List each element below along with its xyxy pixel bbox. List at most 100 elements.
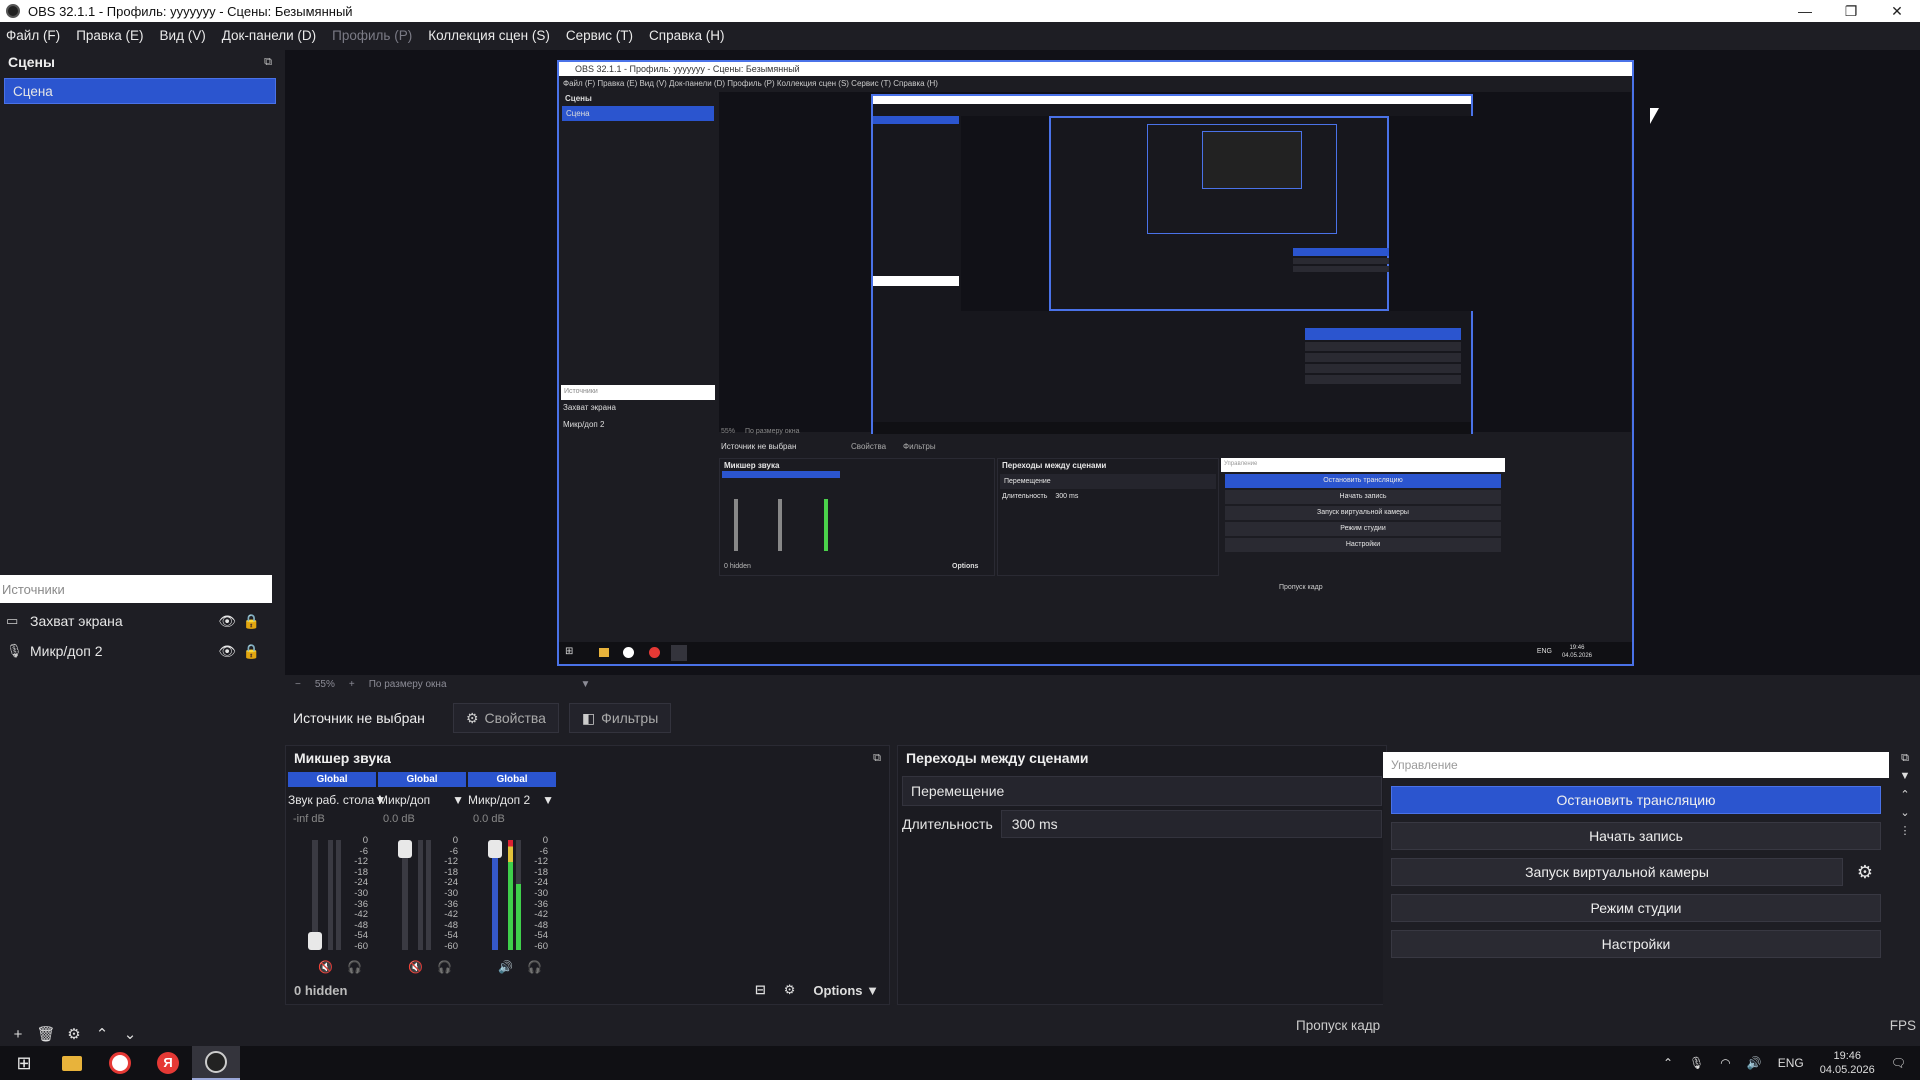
channel-name[interactable]: Звук раб. стола ▼ [288, 793, 386, 807]
context-bar: Источник не выбран ⚙ Свойства ◧ Фильтры [285, 700, 1920, 736]
start-virtual-camera-button[interactable]: Запуск виртуальной камеры [1391, 858, 1843, 886]
channel-name[interactable]: Микр/доп 2 ▼ [468, 793, 556, 807]
wifi-icon[interactable]: ◠ [1720, 1056, 1730, 1070]
menu-tools[interactable]: Сервис (T) [566, 28, 633, 43]
inner-time: 19:46 [1569, 645, 1585, 651]
trash-icon[interactable]: 🗑 [32, 1025, 60, 1043]
menu-bar: Файл (F) Правка (E) Вид (V) Док-панели (… [0, 22, 1920, 48]
dropped-frames: Пропуск кадр [1296, 1017, 1381, 1033]
level-bar [328, 840, 333, 950]
virtual-camera-row: Запуск виртуальной камеры ⚙ [1383, 858, 1889, 886]
volume-icon[interactable]: 🔊 [1747, 1056, 1762, 1070]
filters-button[interactable]: ◧ Фильтры [568, 703, 672, 733]
global-badge[interactable]: Global [288, 772, 376, 787]
chevron-up-icon[interactable]: ⌃ [88, 1025, 116, 1043]
undock-icon[interactable]: ⧉ [1890, 752, 1920, 770]
options-button[interactable]: Options ▼ [813, 983, 879, 998]
chevron-down-icon[interactable]: ⌄ [1890, 806, 1920, 824]
properties-label: Свойства [484, 710, 546, 726]
scene-item[interactable]: Сцена [4, 78, 276, 104]
eye-icon[interactable]: 👁 [218, 643, 236, 660]
audio-mixer-dock: Микшер звука ⧉ Global Звук раб. стола ▼ -… [285, 745, 890, 1005]
status-bar: Пропуск кадр FPS [1180, 1012, 1920, 1038]
file-explorer-icon[interactable] [48, 1046, 96, 1080]
eye-icon[interactable]: 👁 [218, 613, 236, 630]
chevron-up-icon[interactable]: ⌃ [1663, 1056, 1673, 1070]
obs-taskbar-icon[interactable] [192, 1046, 240, 1080]
muted-speaker-icon[interactable]: 🔇 [318, 960, 333, 974]
channel-name-label: Микр/доп 2 [468, 793, 531, 807]
headphones-icon[interactable]: 🎧 [527, 960, 542, 974]
duration-label: Длительность [902, 816, 993, 832]
muted-speaker-icon[interactable]: 🔇 [408, 960, 423, 974]
stop-streaming-button[interactable]: Остановить трансляцию [1391, 786, 1881, 814]
chevron-down-icon[interactable]: ⌄ [116, 1025, 144, 1043]
headphones-icon[interactable]: 🎧 [437, 960, 452, 974]
zoom-out-button[interactable]: − [295, 679, 301, 690]
yandex-icon[interactable]: Я [144, 1046, 192, 1080]
chevron-down-icon[interactable]: ▼ [581, 679, 591, 690]
headphones-icon[interactable]: 🎧 [347, 960, 362, 974]
menu-scene-collection[interactable]: Коллекция сцен (S) [428, 28, 550, 43]
chevron-up-icon[interactable]: ⌃ [1890, 788, 1920, 806]
advanced-audio-icon[interactable]: ⚙ [784, 982, 796, 998]
studio-mode-button[interactable]: Режим студии [1391, 894, 1881, 922]
zoom-in-button[interactable]: + [349, 679, 355, 690]
global-badge[interactable]: Global [378, 772, 466, 787]
volume-meter: 0 -6 -12 -18 -24 -30 -36 -42 -48 -54 -60 [486, 835, 556, 952]
inner-meter [734, 499, 738, 551]
inner-trans-title: Переходы между сценами [1002, 461, 1107, 470]
undock-icon[interactable]: ⧉ [873, 752, 881, 765]
duration-input[interactable]: 300 ms [1000, 810, 1382, 838]
properties-button[interactable]: ⚙ Свойства [452, 703, 559, 733]
inner-trans-sel: Перемещение [1000, 474, 1216, 489]
caret-down-icon: ▼ [542, 793, 554, 807]
layout-icon[interactable]: ⊟ [755, 982, 766, 998]
chevron-down-icon[interactable]: ▼ [1890, 770, 1920, 788]
undock-icon[interactable]: ⧉ [264, 56, 272, 69]
maximize-button[interactable]: ❐ [1828, 0, 1874, 22]
gear-icon[interactable]: ⚙ [60, 1025, 88, 1043]
preview-canvas[interactable]: OBS 32.1.1 - Профиль: yyyyyyy - Сцены: Б… [557, 60, 1634, 666]
minimize-button[interactable]: — [1782, 0, 1828, 22]
inner-mixer: Микшер звука 0 hidden Options [719, 458, 995, 576]
add-icon[interactable]: + [4, 1026, 32, 1043]
gear-icon: ⚙ [465, 709, 479, 726]
zoom-mode-select[interactable]: По размеру окна [369, 679, 447, 690]
source-label: Микр/доп 2 [30, 643, 103, 659]
notifications-icon[interactable]: 🗨 [1891, 1056, 1906, 1070]
nested-sources [873, 276, 959, 286]
menu-view[interactable]: Вид (V) [160, 28, 206, 43]
more-icon[interactable]: ⋮ [1890, 824, 1920, 842]
gear-icon[interactable]: ⚙ [1851, 858, 1879, 886]
language-indicator[interactable]: ENG [1778, 1056, 1804, 1070]
lock-icon[interactable]: 🔒 [243, 613, 260, 630]
windows-start-icon[interactable]: ⊞ [0, 1046, 48, 1080]
fader-knob[interactable] [488, 840, 502, 858]
start-recording-button[interactable]: Начать запись [1391, 822, 1881, 850]
virtual-camera-label: Запуск виртуальной камеры [1525, 864, 1709, 880]
clock[interactable]: 19:46 04.05.2026 [1820, 1049, 1875, 1077]
menu-edit[interactable]: Правка (E) [76, 28, 143, 43]
nested-btn [1305, 375, 1461, 384]
close-button[interactable]: ✕ [1874, 0, 1920, 22]
yandex-browser-icon[interactable] [96, 1046, 144, 1080]
window-controls: — ❐ ✕ [1782, 0, 1920, 22]
fader-knob[interactable] [398, 840, 412, 858]
transition-select[interactable]: Перемещение [902, 776, 1382, 806]
menu-file[interactable]: Файл (F) [6, 28, 60, 43]
settings-button[interactable]: Настройки [1391, 930, 1881, 958]
microphone-icon[interactable]: 🎙 [1689, 1056, 1704, 1070]
menu-docks[interactable]: Док-панели (D) [222, 28, 316, 43]
speaker-icon[interactable]: 🔊 [498, 960, 513, 974]
channel-name[interactable]: Микр/доп ▼ [378, 793, 466, 807]
menu-help[interactable]: Справка (H) [649, 28, 724, 43]
global-badge[interactable]: Global [468, 772, 556, 787]
channel-controls: 🔊 🎧 [498, 960, 542, 974]
source-item-mic[interactable]: 🎙 Микр/доп 2 👁 🔒 [0, 637, 272, 665]
inner-props: Свойства [851, 442, 887, 451]
inner-zoom-value: 55% [721, 428, 736, 435]
fader-knob[interactable] [308, 932, 322, 950]
lock-icon[interactable]: 🔒 [243, 643, 260, 660]
source-item-screen-capture[interactable]: ▭ Захват экрана 👁 🔒 [0, 607, 272, 635]
